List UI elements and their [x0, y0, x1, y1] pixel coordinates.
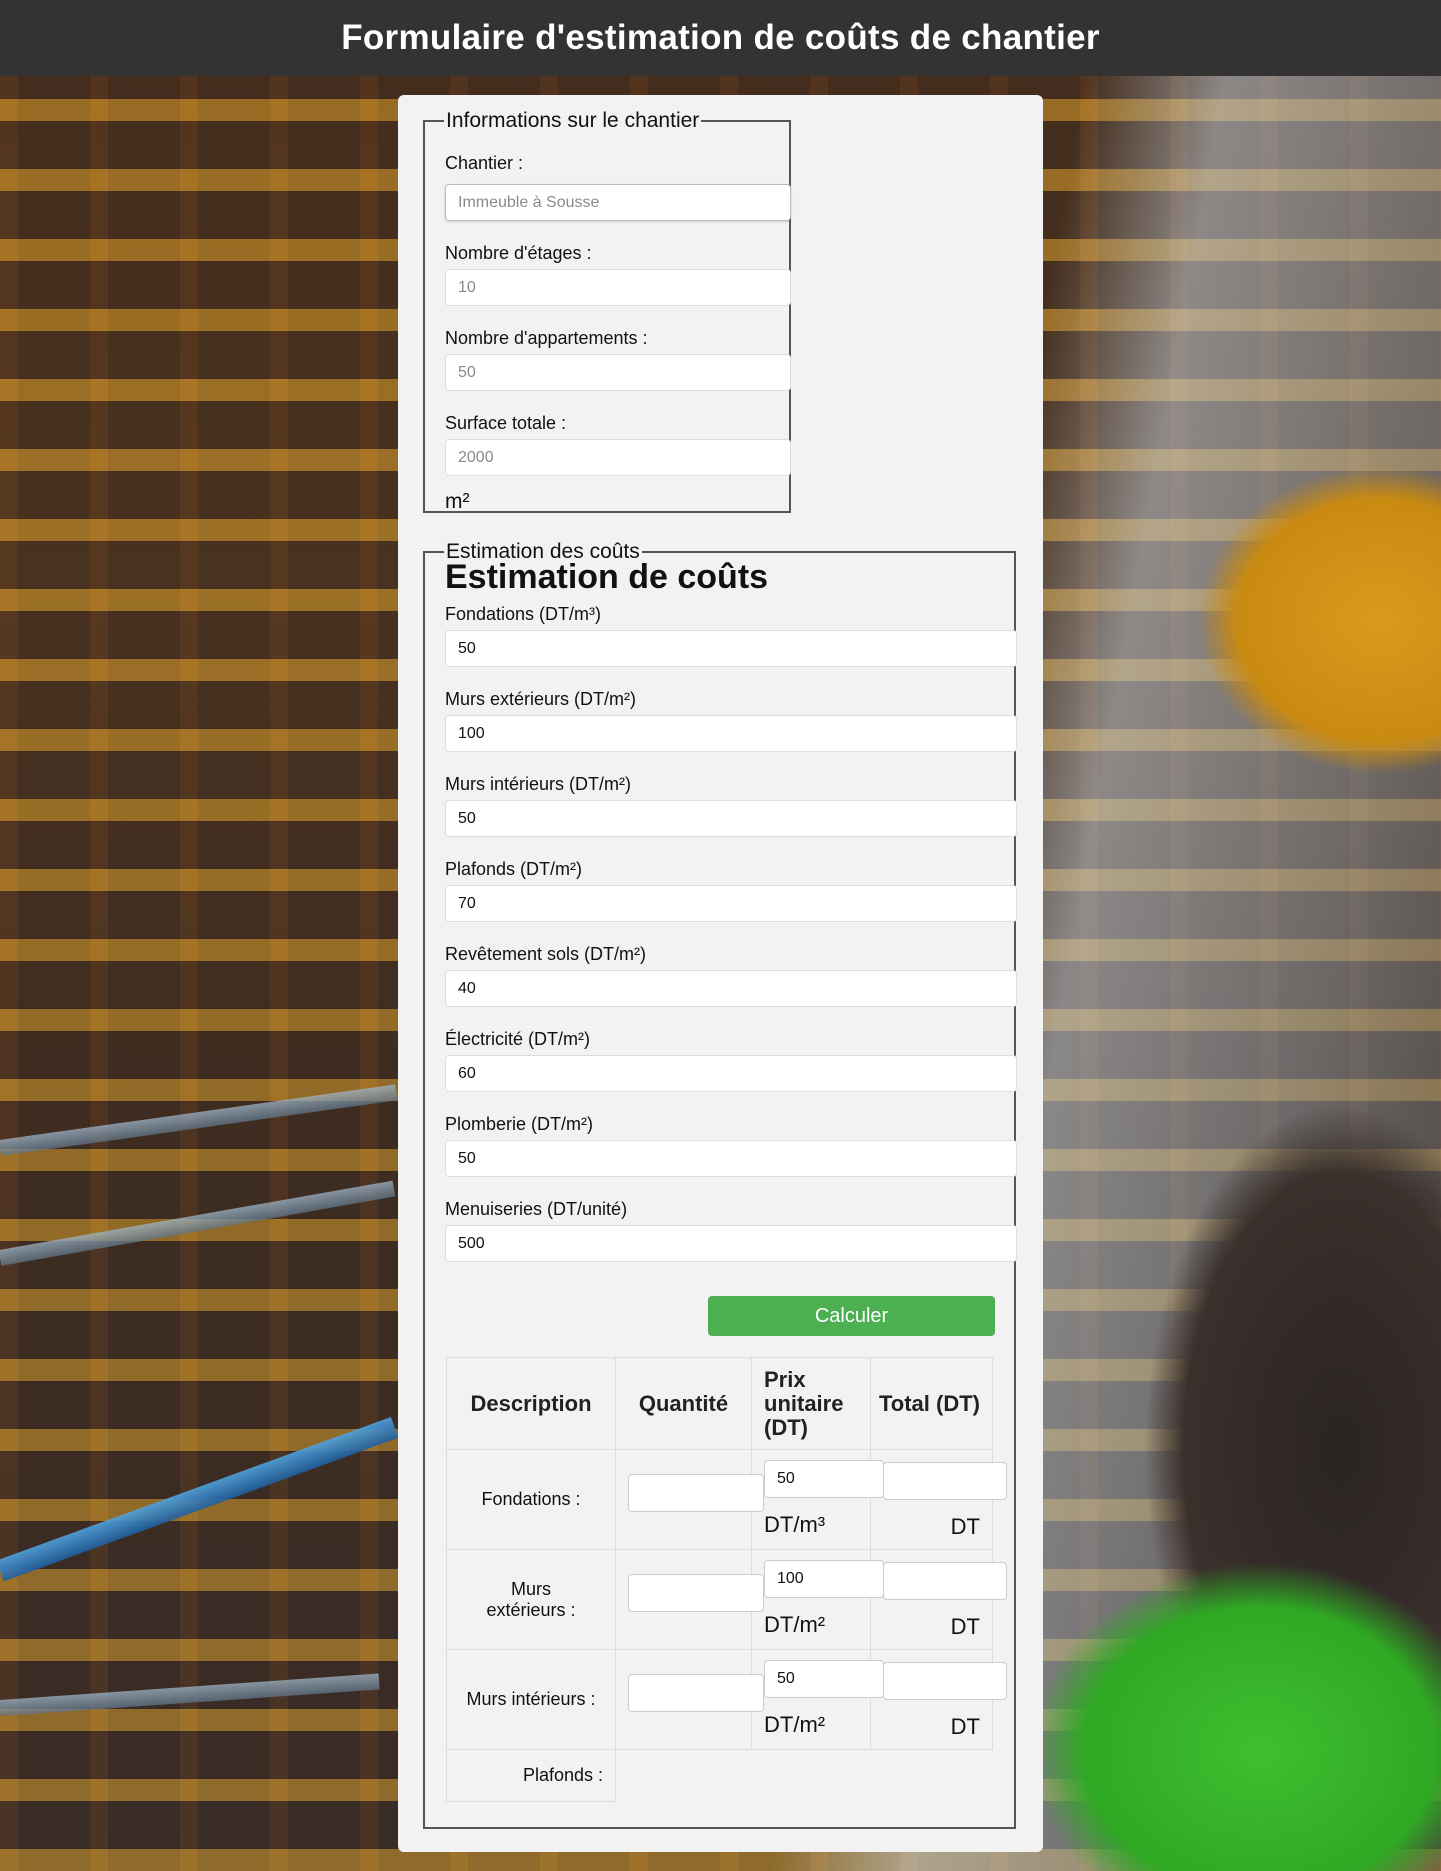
row-label-fondations: Fondations : [446, 1449, 616, 1550]
quantity-input-murs-exterieurs[interactable] [628, 1574, 764, 1612]
table-header-row: Description Quantité Prix unitaire (DT) … [446, 1357, 993, 1450]
murs-interieurs-label: Murs intérieurs (DT/m²) [445, 774, 632, 794]
page-title: Formulaire d'estimation de coûts de chan… [341, 18, 1100, 57]
top-bar: Formulaire d'estimation de coûts de chan… [0, 0, 1441, 76]
price-unit-fondations: DT/m³ [764, 1512, 826, 1537]
murs-interieurs-input[interactable]: 50 [445, 800, 1017, 837]
form-panel: Informations sur le chantier Chantier : … [398, 95, 1043, 1852]
etages-input[interactable]: 10 [445, 269, 791, 306]
header-total: Total (DT) [870, 1357, 993, 1450]
surface-label: Surface totale : [445, 413, 567, 433]
row-label-murs-exterieurs: Murs extérieurs : [446, 1549, 616, 1650]
etages-label: Nombre d'étages : [445, 243, 592, 263]
price-unit-murs-interieurs: DT/m² [764, 1712, 826, 1737]
cost-title: Estimation de coûts [445, 558, 769, 596]
total-input-murs-exterieurs[interactable] [883, 1562, 1007, 1600]
empty-cell [871, 1750, 993, 1802]
electricite-input[interactable]: 60 [445, 1055, 1017, 1092]
total-unit-murs-interieurs: DT [950, 1714, 980, 1739]
total-unit-fondations: DT [950, 1514, 980, 1539]
menuiseries-input[interactable]: 500 [445, 1225, 1017, 1262]
price-unit-murs-exterieurs: DT/m² [764, 1612, 826, 1637]
row-label-murs-interieurs: Murs intérieurs : [446, 1649, 616, 1750]
price-input-fondations[interactable]: 50 [764, 1460, 884, 1498]
surface-unit: m² [445, 490, 470, 513]
murs-exterieurs-input[interactable]: 100 [445, 715, 1017, 752]
table-row: Fondations : 50 DT/m³ DT [446, 1449, 1007, 1550]
surface-input[interactable]: 2000 [445, 439, 791, 476]
chantier-label: Chantier : [445, 153, 524, 173]
row-label-plafonds: Plafonds : [446, 1749, 616, 1802]
appartements-input[interactable]: 50 [445, 354, 791, 391]
menuiseries-label: Menuiseries (DT/unité) [445, 1199, 628, 1219]
quantity-input-fondations[interactable] [628, 1474, 764, 1512]
quantity-input-murs-interieurs[interactable] [628, 1674, 764, 1712]
empty-cell [752, 1750, 871, 1802]
plomberie-label: Plomberie (DT/m²) [445, 1114, 594, 1134]
revetement-sols-input[interactable]: 40 [445, 970, 1017, 1007]
table-row: Murs intérieurs : 50 DT/m² DT [446, 1649, 1007, 1750]
price-input-murs-interieurs[interactable]: 50 [764, 1660, 884, 1698]
fondations-input[interactable]: 50 [445, 630, 1017, 667]
table-row: Murs extérieurs : 100 DT/m² DT [446, 1549, 1007, 1650]
total-input-murs-interieurs[interactable] [883, 1662, 1007, 1700]
electricite-label: Électricité (DT/m²) [445, 1029, 590, 1049]
chantier-input[interactable]: Immeuble à Sousse [445, 184, 791, 221]
header-unit-price: Prix unitaire (DT) [751, 1357, 871, 1450]
appartements-label: Nombre d'appartements : [445, 328, 648, 348]
fondations-label: Fondations (DT/m³) [445, 604, 602, 624]
table-row: Plafonds : [446, 1749, 993, 1802]
plafonds-input[interactable]: 70 [445, 885, 1017, 922]
plomberie-input[interactable]: 50 [445, 1140, 1017, 1177]
cost-table: Description Quantité Prix unitaire (DT) … [446, 1357, 1007, 1802]
total-input-fondations[interactable] [883, 1462, 1007, 1500]
header-description: Description [446, 1357, 616, 1450]
calculate-button[interactable]: Calculer [708, 1296, 995, 1336]
total-unit-murs-exterieurs: DT [950, 1614, 980, 1639]
revetement-sols-label: Revêtement sols (DT/m²) [445, 944, 647, 964]
plafonds-label: Plafonds (DT/m²) [445, 859, 583, 879]
header-quantity: Quantité [615, 1357, 752, 1450]
info-legend: Informations sur le chantier [446, 109, 700, 132]
price-input-murs-exterieurs[interactable]: 100 [764, 1560, 884, 1598]
murs-exterieurs-label: Murs extérieurs (DT/m²) [445, 689, 637, 709]
empty-cell [616, 1750, 752, 1802]
